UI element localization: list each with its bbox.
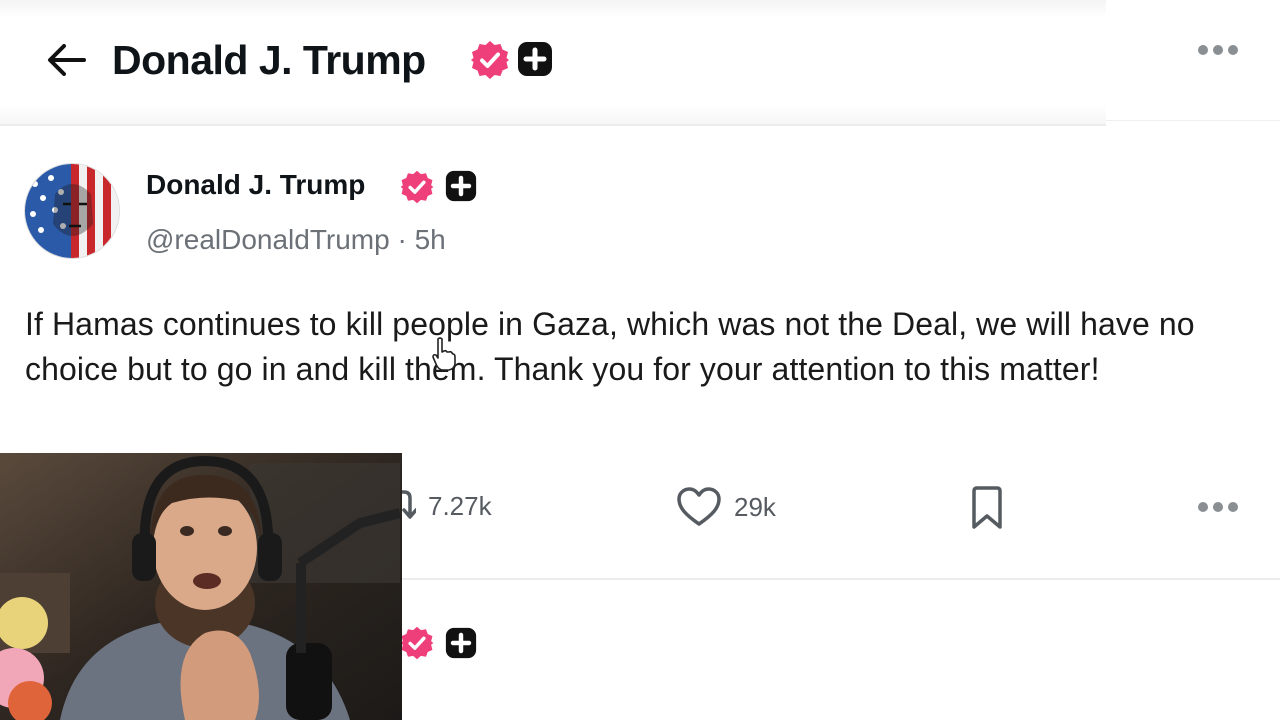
header-more-button[interactable] bbox=[1195, 38, 1241, 62]
repost-button[interactable]: 7.27k bbox=[390, 486, 492, 526]
back-button[interactable] bbox=[44, 40, 88, 80]
post-more-button[interactable] bbox=[1195, 495, 1241, 519]
author-handle-line: @realDonaldTrump · 5h bbox=[146, 223, 446, 257]
webcam-overlay bbox=[0, 453, 402, 720]
avatar-image bbox=[25, 164, 119, 258]
avatar[interactable] bbox=[24, 163, 120, 259]
plus-badge-icon bbox=[445, 170, 477, 202]
post-time[interactable]: 5h bbox=[415, 224, 446, 255]
post-body: If Hamas continues to kill people in Gaz… bbox=[25, 306, 1195, 387]
arrow-left-icon bbox=[48, 44, 86, 76]
plus-badge-icon bbox=[518, 42, 552, 76]
more-horizontal-icon bbox=[1198, 45, 1238, 55]
bookmark-icon bbox=[972, 486, 1002, 529]
like-button[interactable]: 29k bbox=[676, 486, 776, 528]
bookmark-button[interactable] bbox=[970, 485, 1004, 536]
page-title: Donald J. Trump bbox=[112, 37, 426, 83]
like-count: 29k bbox=[734, 491, 776, 522]
verified-badge-icon bbox=[471, 41, 509, 79]
more-horizontal-icon bbox=[1198, 502, 1238, 512]
hand-cursor-icon bbox=[432, 337, 456, 371]
header-right-area bbox=[1106, 0, 1280, 121]
post-divider bbox=[402, 578, 1280, 580]
author-name[interactable]: Donald J. Trump bbox=[146, 168, 365, 202]
profile-header: Donald J. Trump bbox=[0, 0, 1106, 126]
streamer-webcam-image bbox=[0, 453, 402, 720]
repost-count: 7.27k bbox=[428, 490, 492, 521]
heart-icon bbox=[677, 487, 721, 526]
plus-badge-icon bbox=[445, 627, 477, 659]
separator-dot: · bbox=[397, 224, 407, 255]
author-handle[interactable]: @realDonaldTrump bbox=[146, 224, 390, 255]
verified-badge-icon bbox=[400, 626, 434, 660]
verified-badge-icon bbox=[400, 170, 434, 204]
